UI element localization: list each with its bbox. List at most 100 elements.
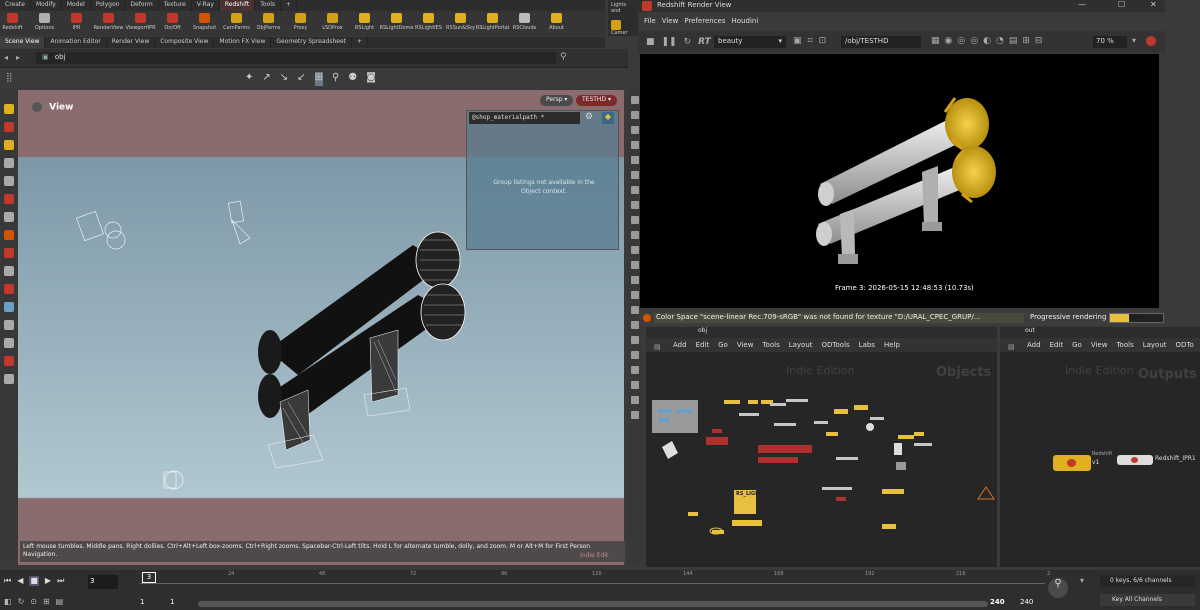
redshift-rop-node[interactable]	[1053, 455, 1091, 471]
zoom-field[interactable]: 70 %	[1093, 36, 1127, 48]
dolly-icon[interactable]: ↙	[297, 72, 305, 86]
shelf-tab-v-ray[interactable]: V-Ray	[192, 0, 220, 11]
rs-menu-file[interactable]: File	[644, 17, 656, 29]
shelf-tool-about[interactable]: About	[544, 11, 569, 36]
bucket-icon[interactable]: ⊟	[1035, 36, 1043, 46]
left-tool-icon[interactable]	[4, 284, 14, 294]
display-option-icon[interactable]	[631, 336, 639, 344]
shelf-tool-rssun-sky[interactable]: RSSun&Sky	[446, 11, 475, 36]
display-option-icon[interactable]	[631, 396, 639, 404]
display-option-icon[interactable]	[631, 321, 639, 329]
display-option-icon[interactable]	[631, 411, 639, 419]
range-icon[interactable]: ⊙	[30, 597, 37, 606]
out-menu-edit[interactable]: Edit	[1050, 341, 1064, 349]
display-option-icon[interactable]	[631, 276, 639, 284]
pane-tab-composite-view[interactable]: Composite View	[155, 37, 215, 48]
first-frame-icon[interactable]: ⏮	[4, 576, 11, 586]
shelf-tab-model[interactable]: Model	[62, 0, 91, 11]
pause-icon[interactable]: ❚❚	[662, 37, 677, 47]
exposure-icon[interactable]: ◐	[983, 36, 991, 46]
shelf-tool-on-off[interactable]: On/Off	[160, 11, 185, 36]
range-slider[interactable]	[198, 601, 988, 607]
display-option-icon[interactable]	[631, 186, 639, 194]
maximize-button[interactable]: ☐	[1118, 0, 1125, 9]
display-option-icon[interactable]	[631, 291, 639, 299]
display-option-icon[interactable]	[631, 351, 639, 359]
display-option-icon[interactable]	[631, 171, 639, 179]
left-tool-icon[interactable]	[4, 374, 14, 384]
wire-icon[interactable]: ⚲	[332, 72, 339, 86]
out-menu-add[interactable]: Add	[1027, 341, 1041, 349]
range-end[interactable]: 240	[990, 598, 1005, 606]
persp-menu[interactable]: Persp ▾	[540, 95, 574, 106]
fit-icon[interactable]: ⊞	[1022, 36, 1030, 46]
pane-menu-icon[interactable]: ▤	[654, 343, 661, 351]
pane-tab-render-view[interactable]: Render View	[107, 37, 156, 48]
left-tool-icon[interactable]	[4, 158, 14, 168]
left-tool-icon[interactable]	[4, 266, 14, 276]
left-tool-icon[interactable]	[4, 302, 14, 312]
refresh-icon[interactable]: ↻	[684, 37, 692, 47]
left-tool-icon[interactable]	[4, 248, 14, 258]
pan-icon[interactable]: ↘	[280, 72, 288, 86]
display-option-icon[interactable]	[631, 201, 639, 209]
forward-icon[interactable]: ▸	[16, 53, 26, 63]
rs-menu-preferences[interactable]: Preferences	[684, 17, 725, 29]
out-menu-tools[interactable]: Tools	[1116, 341, 1133, 349]
shelf-tool-rslightdome[interactable]: RSLightDome	[380, 11, 414, 36]
out-menu-go[interactable]: Go	[1072, 341, 1082, 349]
range-start[interactable]: 1	[140, 598, 144, 606]
pane-tab--[interactable]: +	[352, 37, 369, 48]
display-option-icon[interactable]	[631, 156, 639, 164]
shelf-tool-proxy[interactable]: Proxy	[288, 11, 313, 36]
pane-menu-icon[interactable]: ▤	[1008, 343, 1015, 351]
region-icon[interactable]: ⊡	[819, 36, 827, 46]
compare-icon[interactable]: ▤	[1009, 36, 1018, 46]
render-icon[interactable]: ◙	[366, 72, 376, 86]
redshift-ipr-node[interactable]	[1117, 455, 1153, 465]
pane-tab-animation-editor[interactable]: Animation Editor	[45, 37, 107, 48]
shelf-tool-rslightportal[interactable]: RSLightPortal	[476, 11, 509, 36]
display-option-icon[interactable]	[631, 96, 639, 104]
display-option-icon[interactable]	[631, 126, 639, 134]
add-shelf-tab-button[interactable]: +	[281, 0, 298, 11]
left-tool-icon[interactable]	[4, 338, 14, 348]
grid-toggle-icon[interactable]: ▦	[931, 36, 940, 46]
shelf-tool-options[interactable]: Options	[32, 11, 57, 36]
shelf-tool-redshift[interactable]: Redshift	[0, 11, 25, 36]
net-menu-labs[interactable]: Labs	[859, 341, 875, 349]
rt-toggle[interactable]: RT	[698, 37, 711, 47]
net-menu-layout[interactable]: Layout	[789, 341, 813, 349]
net-menu-tools[interactable]: Tools	[762, 341, 779, 349]
left-tool-icon[interactable]	[4, 176, 14, 186]
left-tool-icon[interactable]	[4, 104, 14, 114]
audio-icon[interactable]: ◧	[4, 597, 12, 606]
shelf-tool-renderview[interactable]: RenderView	[94, 11, 123, 36]
out-menu-layout[interactable]: Layout	[1143, 341, 1167, 349]
left-tool-icon[interactable]	[4, 140, 14, 150]
range-end-2[interactable]: 240	[1020, 598, 1033, 606]
channel-g-icon[interactable]: ◎	[957, 36, 965, 46]
shelf-tab-create[interactable]: Create	[0, 0, 31, 11]
rs-menu-view[interactable]: View	[662, 17, 679, 29]
display-option-icon[interactable]	[631, 216, 639, 224]
shelf-tool-camera[interactable]: Camer	[611, 30, 635, 36]
left-tool-icon[interactable]	[4, 122, 14, 132]
shelf-tab-polygon[interactable]: Polygon	[91, 0, 126, 11]
net-menu-view[interactable]: View	[737, 341, 754, 349]
display-option-icon[interactable]	[631, 261, 639, 269]
camera-icon[interactable]	[611, 20, 621, 30]
shelf-tab-lights[interactable]: Lights and	[611, 2, 635, 14]
out-menu-odto[interactable]: ODTo	[1176, 341, 1194, 349]
close-button[interactable]: ✕	[1150, 0, 1157, 9]
net-menu-edit[interactable]: Edit	[696, 341, 710, 349]
net-menu-add[interactable]: Add	[673, 341, 687, 349]
channel-r-icon[interactable]: ◉	[945, 36, 953, 46]
network-editor-objects[interactable]: obj ▤ Add Edit Go View Tools Layout ODTools Labs…	[646, 327, 997, 567]
zoom-menu-icon[interactable]: ▾	[1132, 36, 1142, 46]
display-option-icon[interactable]	[631, 246, 639, 254]
display-option-icon[interactable]	[631, 111, 639, 119]
left-tool-icon[interactable]	[4, 230, 14, 240]
realtime-icon[interactable]: ↻	[18, 597, 25, 606]
net-menu-go[interactable]: Go	[718, 341, 728, 349]
